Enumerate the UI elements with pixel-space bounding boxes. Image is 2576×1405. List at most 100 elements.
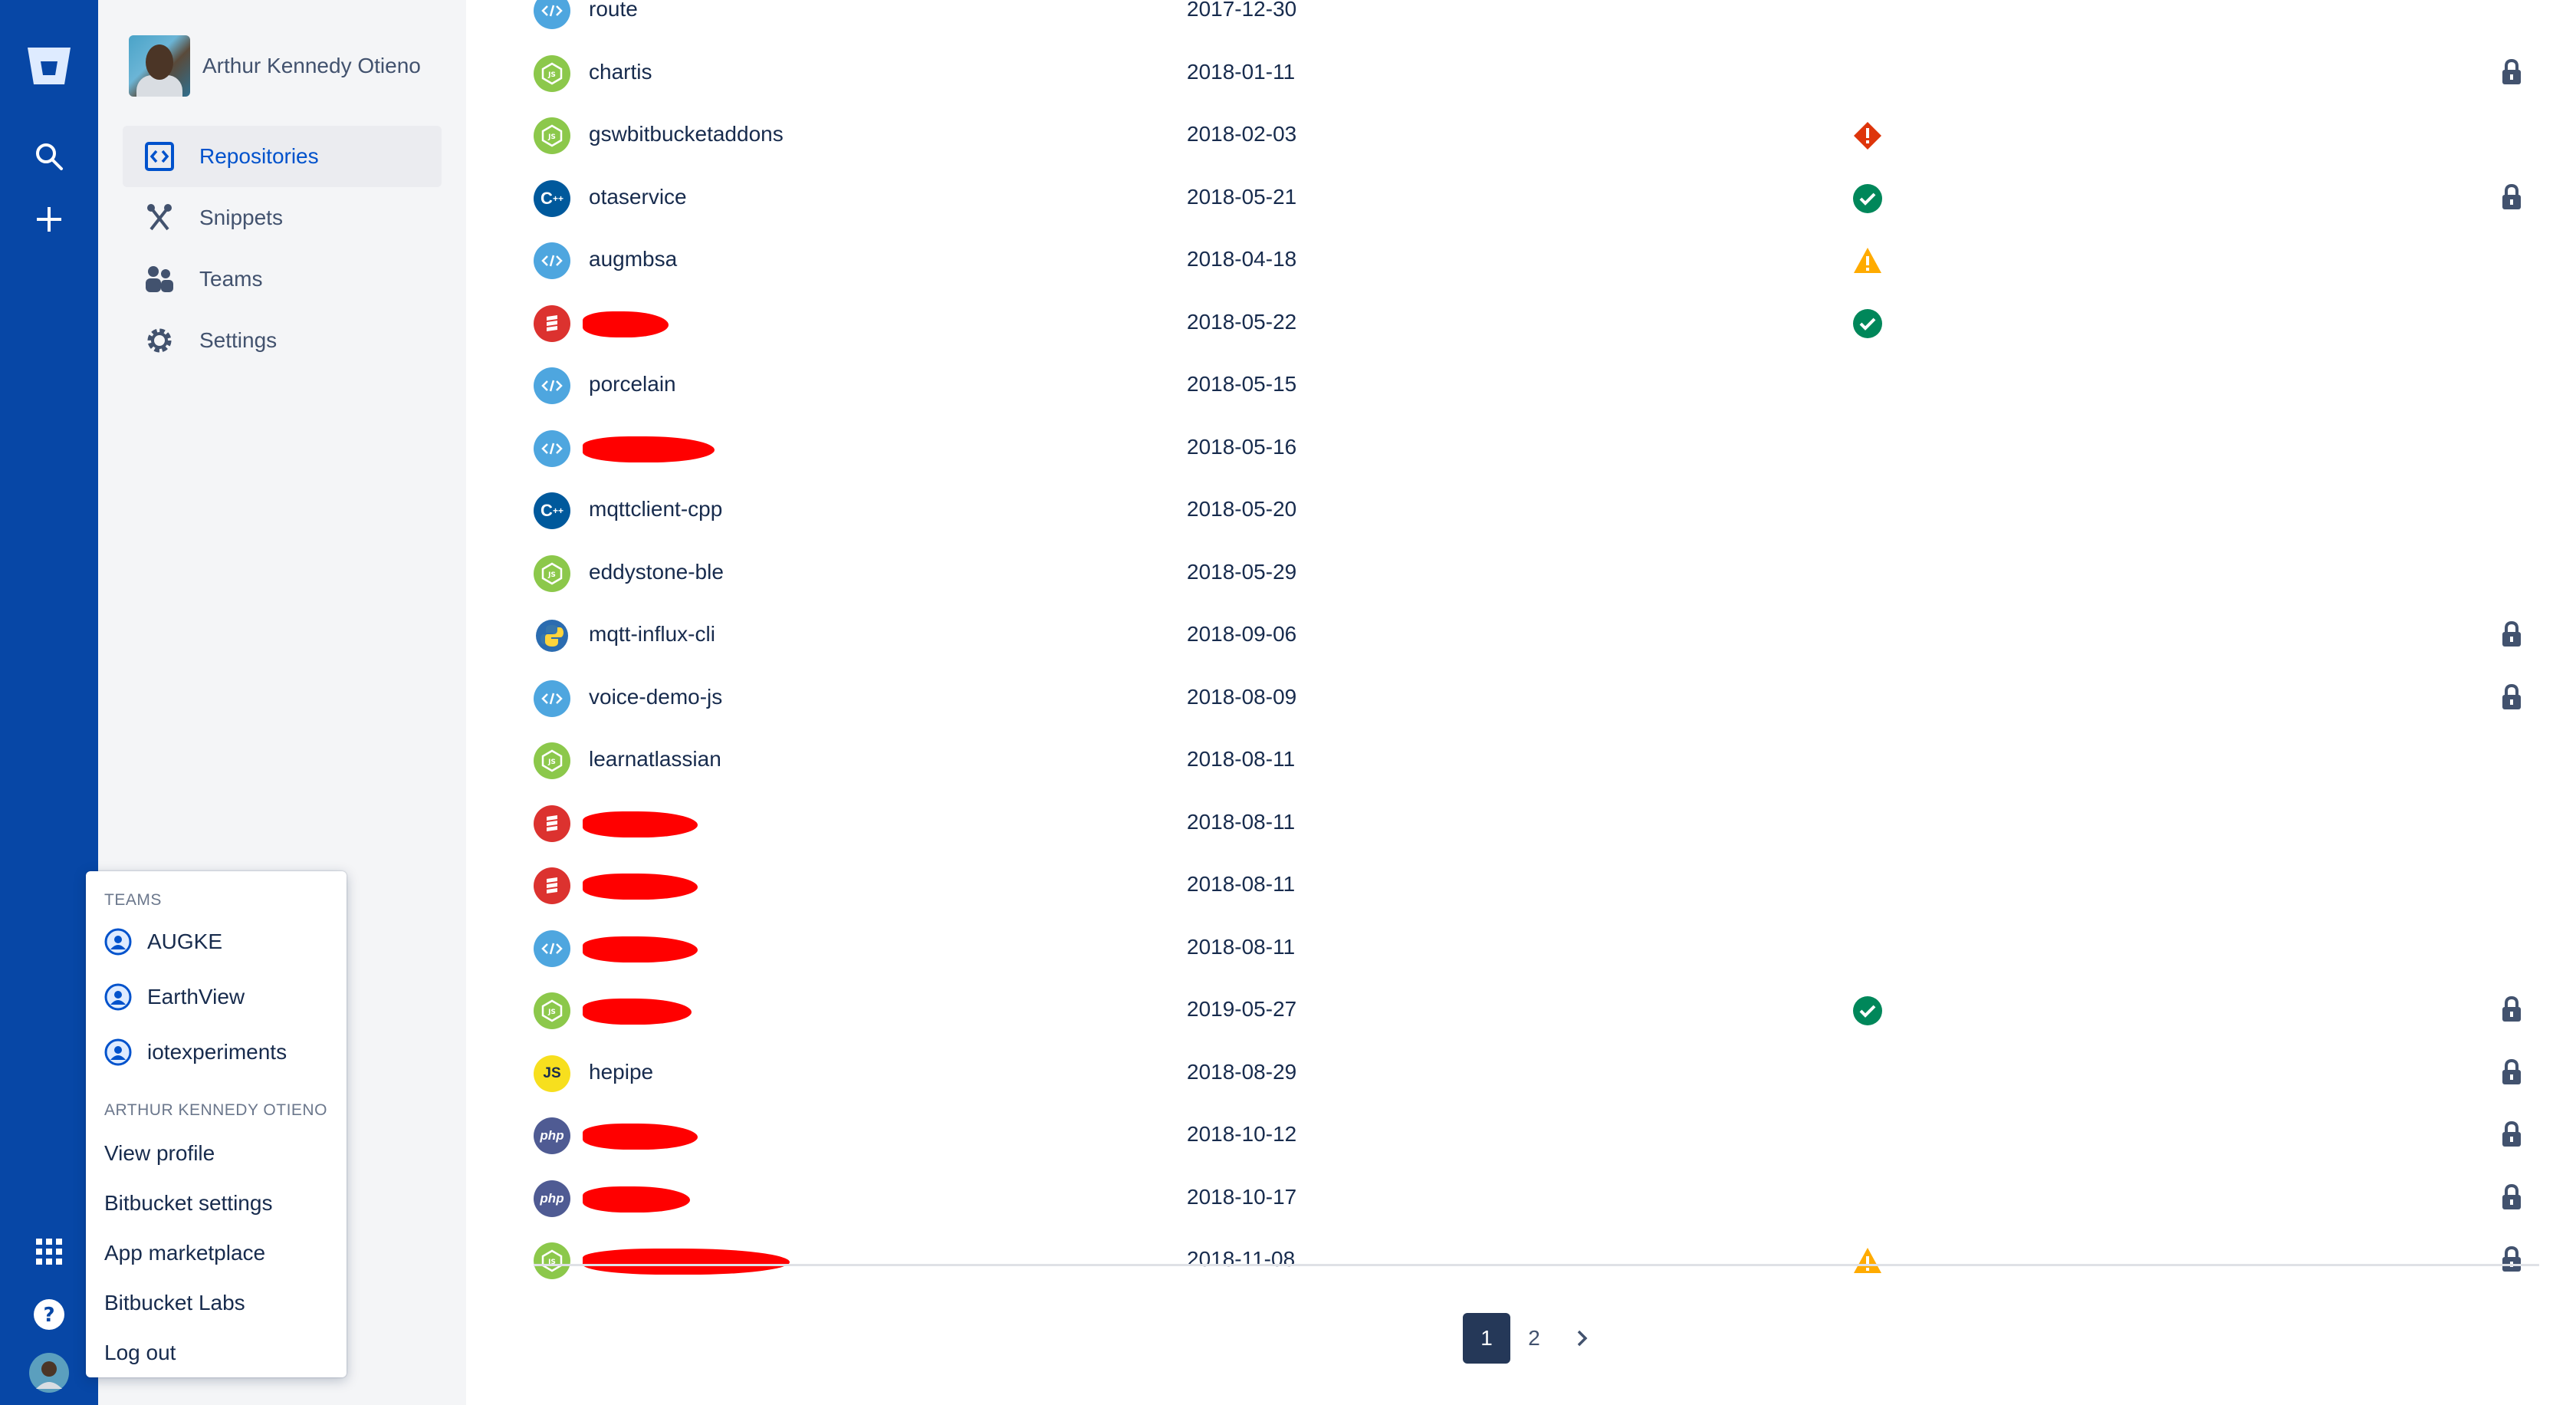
sidebar-item-snippets[interactable]: Snippets	[123, 187, 442, 248]
private-lock-icon	[2502, 1120, 2521, 1147]
user-avatar	[129, 35, 190, 97]
team-iotexperiments[interactable]: iotexperiments	[104, 1034, 287, 1071]
repo-updated-date: 2018-05-22	[1187, 309, 1297, 334]
build-success-icon[interactable]	[1852, 308, 1883, 339]
private-lock-icon	[2502, 58, 2521, 84]
repo-updated-date: 2018-10-17	[1187, 1184, 1297, 1209]
repo-name-link[interactable]: eddystone-ble	[589, 560, 724, 584]
table-row[interactable]: C ++ mqttclient-cpp 2018-05-20	[466, 480, 2536, 541]
repo-name-link[interactable]: voice-demo-js	[589, 685, 722, 709]
table-row[interactable]: augmbsa 2018-04-18	[466, 230, 2536, 291]
bitbucket-logo-icon[interactable]	[0, 43, 98, 89]
repo-name-link[interactable]: chartis	[589, 60, 652, 84]
repo-updated-date: 2018-05-16	[1187, 434, 1297, 459]
table-row[interactable]: mqtt-influx-cli 2018-09-06	[466, 605, 2536, 666]
repo-name-link[interactable]: learnatlassian	[589, 747, 721, 772]
nodejs-icon: JS	[534, 742, 570, 779]
private-lock-icon	[2502, 995, 2521, 1022]
repo-updated-date: 2017-12-30	[1187, 0, 1297, 21]
page-button-2[interactable]: 2	[1510, 1313, 1558, 1364]
repo-name-link[interactable]: hepipe	[589, 1060, 653, 1084]
javascript-icon: JS	[534, 1055, 570, 1092]
profile-avatar[interactable]	[0, 1351, 98, 1394]
search-icon[interactable]	[0, 138, 98, 175]
page-button-1[interactable]: 1	[1463, 1313, 1510, 1364]
sidebar-item-label: Settings	[199, 328, 278, 352]
python-icon	[534, 617, 570, 654]
repo-name-link[interactable]: mqttclient-cpp	[589, 497, 722, 522]
repo-updated-date: 2018-08-11	[1187, 934, 1296, 959]
table-row[interactable]: JS 2019-05-27	[466, 980, 2536, 1041]
help-icon[interactable]: ?	[0, 1298, 98, 1331]
svg-text:JS: JS	[547, 571, 556, 579]
table-row[interactable]: voice-demo-js 2018-08-09	[466, 668, 2536, 729]
private-lock-icon	[2502, 620, 2521, 647]
table-row[interactable]: 2018-05-22	[466, 293, 2536, 354]
table-row[interactable]: JS eddystone-ble 2018-05-29	[466, 543, 2536, 604]
private-lock-icon	[2502, 683, 2521, 709]
build-success-icon[interactable]	[1852, 183, 1883, 214]
table-row[interactable]: 2018-08-11	[466, 793, 2536, 854]
table-row[interactable]: 2018-08-11	[466, 918, 2536, 979]
repo-name-link[interactable]: porcelain	[589, 372, 676, 396]
team-label: EarthView	[147, 985, 245, 1009]
repo-updated-date: 2018-10-12	[1187, 1122, 1297, 1146]
table-row[interactable]: 2018-08-11	[466, 855, 2536, 916]
table-row[interactable]: php 2018-10-17	[466, 1168, 2536, 1229]
repo-name-link[interactable]: mqtt-influx-cli	[589, 622, 715, 647]
nodejs-icon: JS	[534, 1242, 570, 1279]
cpp-icon: C ++	[534, 179, 570, 217]
table-row[interactable]: JS learnatlassian 2018-08-11	[466, 730, 2536, 791]
table-row[interactable]: C ++ otaservice 2018-05-21	[466, 168, 2536, 229]
table-row[interactable]: 2018-05-16	[466, 418, 2536, 479]
repo-updated-date: 2018-05-29	[1187, 559, 1297, 584]
repo-updated-date: 2018-08-29	[1187, 1059, 1297, 1084]
private-lock-icon	[2502, 1058, 2521, 1084]
sidebar-profile[interactable]: Arthur Kennedy Otieno	[129, 35, 421, 97]
sidebar-item-teams[interactable]: Teams	[123, 248, 442, 310]
bitbucket-labs-link[interactable]: Bitbucket Labs	[104, 1291, 245, 1315]
repo-updated-date: 2018-01-11	[1187, 59, 1296, 84]
repo-name-link[interactable]: gswbitbucketaddons	[589, 122, 784, 146]
table-row[interactable]: php 2018-10-12	[466, 1105, 2536, 1166]
view-profile-link[interactable]: View profile	[104, 1141, 215, 1166]
app-marketplace-link[interactable]: App marketplace	[104, 1241, 265, 1265]
repo-name-link[interactable]: augmbsa	[589, 247, 677, 271]
php-icon: php	[534, 1180, 570, 1217]
table-row[interactable]: route 2017-12-30	[466, 0, 2536, 41]
private-lock-icon	[2502, 1245, 2521, 1272]
table-row[interactable]: JS gswbitbucketaddons 2018-02-03	[466, 105, 2536, 166]
build-warning-icon[interactable]	[1852, 1245, 1883, 1276]
build-warning-icon[interactable]	[1852, 245, 1883, 276]
redacted-repo-name	[583, 1249, 790, 1275]
nodejs-icon: JS	[534, 54, 570, 92]
bitbucket-settings-link[interactable]: Bitbucket settings	[104, 1191, 272, 1216]
table-row[interactable]: JS hepipe 2018-08-29	[466, 1043, 2536, 1104]
table-row[interactable]: JS 2018-11-08	[466, 1230, 2536, 1291]
build-failed-icon[interactable]	[1852, 120, 1883, 151]
scala-icon	[534, 304, 570, 342]
user-heading: ARTHUR KENNEDY OTIENO	[104, 1101, 327, 1119]
scala-icon	[534, 805, 570, 842]
redacted-repo-name	[583, 311, 669, 337]
sidebar-item-label: Snippets	[199, 206, 283, 229]
table-row[interactable]: JS chartis 2018-01-11	[466, 43, 2536, 104]
repo-name-link[interactable]: otaservice	[589, 185, 687, 209]
app-switcher-icon[interactable]	[0, 1236, 98, 1267]
repo-name-link[interactable]: route	[589, 0, 638, 21]
private-lock-icon	[2502, 183, 2521, 209]
teams-icon	[140, 259, 179, 299]
table-row[interactable]: porcelain 2018-05-15	[466, 355, 2536, 416]
create-plus-icon[interactable]	[0, 201, 98, 238]
sidebar-item-settings[interactable]: Settings	[123, 310, 442, 371]
repo-updated-date: 2018-09-06	[1187, 622, 1297, 646]
team-earthview[interactable]: EarthView	[104, 979, 245, 1015]
cpp-icon: C ++	[534, 492, 570, 529]
settings-icon	[140, 321, 179, 360]
team-augke[interactable]: AUGKE	[104, 923, 222, 960]
team-icon	[104, 983, 132, 1011]
build-success-icon[interactable]	[1852, 995, 1883, 1026]
next-page-icon[interactable]	[1558, 1313, 1605, 1364]
log-out-link[interactable]: Log out	[104, 1341, 176, 1365]
sidebar-item-repositories[interactable]: Repositories	[123, 126, 442, 187]
